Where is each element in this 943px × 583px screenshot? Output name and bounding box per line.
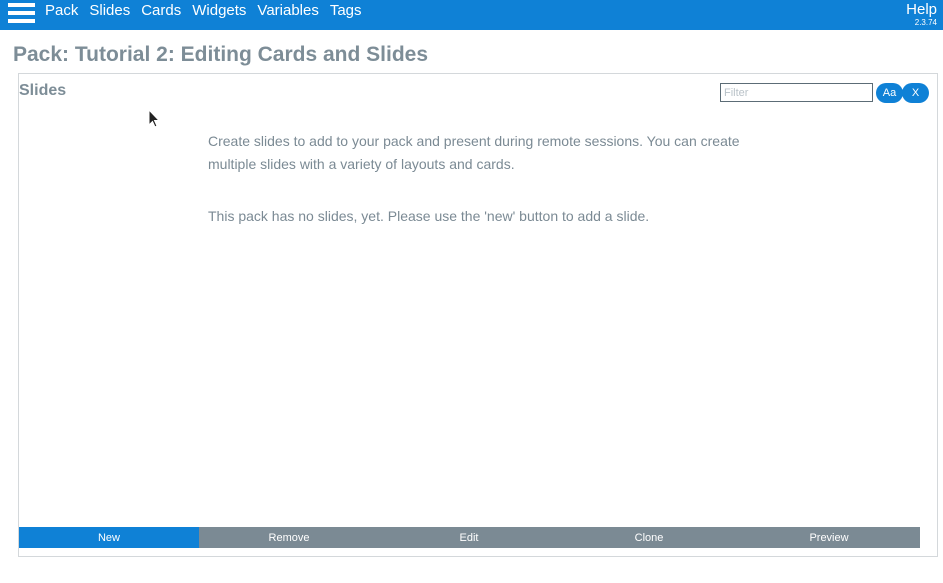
nav-item-widgets[interactable]: Widgets — [192, 2, 246, 19]
clone-button[interactable]: Clone — [559, 527, 739, 548]
help-area: Help 2.3.74 — [906, 2, 937, 28]
clear-filter-button[interactable]: X — [902, 83, 929, 103]
case-sensitive-button[interactable]: Aa — [876, 83, 903, 103]
nav-item-variables[interactable]: Variables — [257, 2, 318, 19]
page-title: Pack: Tutorial 2: Editing Cards and Slid… — [13, 43, 429, 66]
intro-message: Create slides to add to your pack and pr… — [208, 133, 740, 172]
slides-panel: Slides Aa X Create slides to add to your… — [18, 73, 938, 557]
top-bar: Pack Slides Cards Widgets Variables Tags… — [0, 0, 943, 30]
nav-item-slides[interactable]: Slides — [89, 2, 130, 19]
mouse-cursor-icon — [148, 109, 160, 128]
remove-button[interactable]: Remove — [199, 527, 379, 548]
nav-item-cards[interactable]: Cards — [141, 2, 181, 19]
edit-button[interactable]: Edit — [379, 527, 559, 548]
nav-item-tags[interactable]: Tags — [330, 2, 362, 19]
hamburger-menu-icon[interactable] — [8, 3, 36, 25]
slides-toolbar: New Remove Edit Clone Preview — [19, 527, 920, 548]
empty-message: This pack has no slides, yet. Please use… — [208, 208, 650, 224]
help-link[interactable]: Help — [906, 2, 937, 18]
preview-button[interactable]: Preview — [739, 527, 919, 548]
version-label: 2.3.74 — [914, 18, 937, 27]
main-nav: Pack Slides Cards Widgets Variables Tags — [45, 2, 373, 19]
nav-item-pack[interactable]: Pack — [45, 2, 78, 19]
filter-input[interactable] — [720, 83, 873, 102]
panel-title: Slides — [19, 82, 67, 99]
new-button[interactable]: New — [19, 527, 199, 548]
